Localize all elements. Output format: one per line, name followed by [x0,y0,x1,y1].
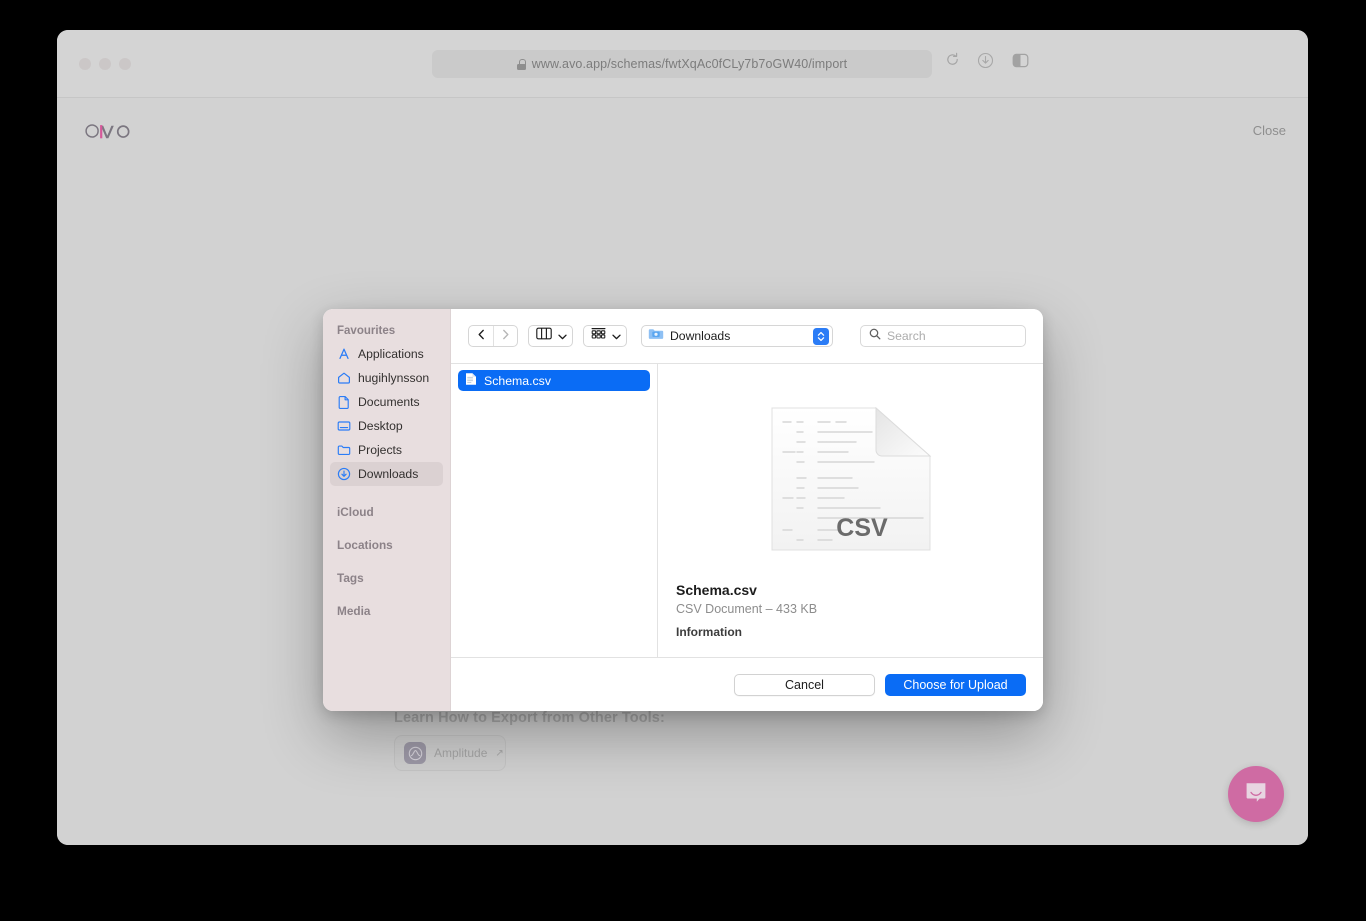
sidebar-item-projects[interactable]: Projects [330,438,443,462]
document-icon [337,395,351,409]
applications-icon [337,347,351,361]
home-icon [337,371,351,385]
sidebar-item-documents[interactable]: Documents [330,390,443,414]
sidebar-section-tags[interactable]: Tags [323,571,450,585]
close-link[interactable]: Close [1253,123,1286,138]
avo-import-page: Close Learn How to Export from Other Too… [57,98,1308,845]
close-window-button[interactable] [79,58,91,70]
csv-document-icon: CSV [766,400,936,558]
group-by-icon [591,327,606,345]
cancel-button[interactable]: Cancel [734,674,875,696]
file-name: Schema.csv [484,374,551,388]
favourites-header: Favourites [323,325,450,342]
maximize-window-button[interactable] [119,58,131,70]
sidebar-item-label: Projects [358,443,402,457]
download-icon[interactable] [977,52,994,74]
amplitude-export-link[interactable]: Amplitude ↗ [394,735,506,771]
sidebar-toggle-icon[interactable] [1012,52,1029,74]
group-by-button[interactable] [583,325,627,347]
reload-icon[interactable] [945,52,960,72]
chevron-right-icon [501,327,510,345]
forward-button [493,326,517,346]
file-open-dialog: Favourites Applications [323,309,1043,711]
avo-logo [79,118,141,144]
export-hint-label: Learn How to Export from Other Tools: [394,710,665,726]
search-icon [869,327,881,345]
chevron-left-icon [477,327,486,345]
browser-titlebar: www.avo.app/schemas/fwtXqAc0fCLy7b7oGW40… [57,30,1308,98]
window-controls[interactable] [79,58,131,70]
sidebar-section-media[interactable]: Media [323,604,450,618]
search-input[interactable]: Search [860,325,1026,347]
location-label: Downloads [670,329,807,343]
location-dropdown[interactable]: Downloads [641,325,833,347]
chevron-down-icon [558,327,567,345]
sidebar-item-label: Documents [358,395,420,409]
sidebar-section-locations[interactable]: Locations [323,538,450,552]
search-placeholder: Search [887,329,926,343]
safari-window: www.avo.app/schemas/fwtXqAc0fCLy7b7oGW40… [57,30,1308,845]
file-dialog-sidebar: Favourites Applications [323,309,451,711]
sidebar-item-label: hugihlynsson [358,371,429,385]
sidebar-item-label: Applications [358,347,424,361]
amplitude-icon [404,742,426,764]
preview-file-name: Schema.csv [676,582,1025,598]
navigation-buttons[interactable] [468,325,518,347]
file-browser: Schema.csv [451,364,1043,658]
sidebar-item-downloads[interactable]: Downloads [330,462,443,486]
url-text: www.avo.app/schemas/fwtXqAc0fCLy7b7oGW40… [532,57,848,71]
sidebar-item-applications[interactable]: Applications [330,342,443,366]
intercom-launcher-button[interactable] [1228,766,1284,822]
folder-icon [337,443,351,457]
preview-information-heading: Information [676,625,1025,639]
file-dialog-toolbar: Downloads [451,309,1043,364]
desktop-icon [337,419,351,433]
lock-icon [517,59,526,70]
sidebar-item-label: Downloads [358,467,418,481]
file-list-item-schema-csv[interactable]: Schema.csv [458,370,650,391]
downloads-folder-icon [648,327,664,346]
sidebar-item-home[interactable]: hugihlynsson [330,366,443,390]
csv-label: CSV [836,514,888,542]
sidebar-item-label: Desktop [358,419,403,433]
file-dialog-actions: Cancel Choose for Upload [451,658,1043,711]
view-mode-button[interactable] [528,325,573,347]
desktop-backdrop: www.avo.app/schemas/fwtXqAc0fCLy7b7oGW40… [0,0,1366,921]
preview-file-meta: CSV Document – 433 KB [676,602,1025,616]
external-link-icon: ↗ [495,748,503,759]
address-bar[interactable]: www.avo.app/schemas/fwtXqAc0fCLy7b7oGW40… [432,50,932,78]
file-preview-pane: CSV Schema.csv CSV Document – 433 KB Inf… [658,364,1043,657]
choose-for-upload-button[interactable]: Choose for Upload [885,674,1026,696]
sidebar-section-icloud[interactable]: iCloud [323,505,450,519]
chat-bubble-icon [1243,779,1269,810]
sidebar-item-desktop[interactable]: Desktop [330,414,443,438]
file-dialog-main: Downloads [451,309,1043,711]
csv-file-icon [465,372,477,389]
downloads-icon [337,467,351,481]
column-view-icon [536,327,552,345]
minimize-window-button[interactable] [99,58,111,70]
amplitude-label: Amplitude [434,746,487,760]
file-list-column[interactable]: Schema.csv [451,364,658,657]
back-button[interactable] [469,326,493,346]
stepper-up-down-icon[interactable] [813,328,829,345]
preview-info: Schema.csv CSV Document – 433 KB Informa… [658,582,1043,639]
chevron-down-icon [612,327,621,345]
